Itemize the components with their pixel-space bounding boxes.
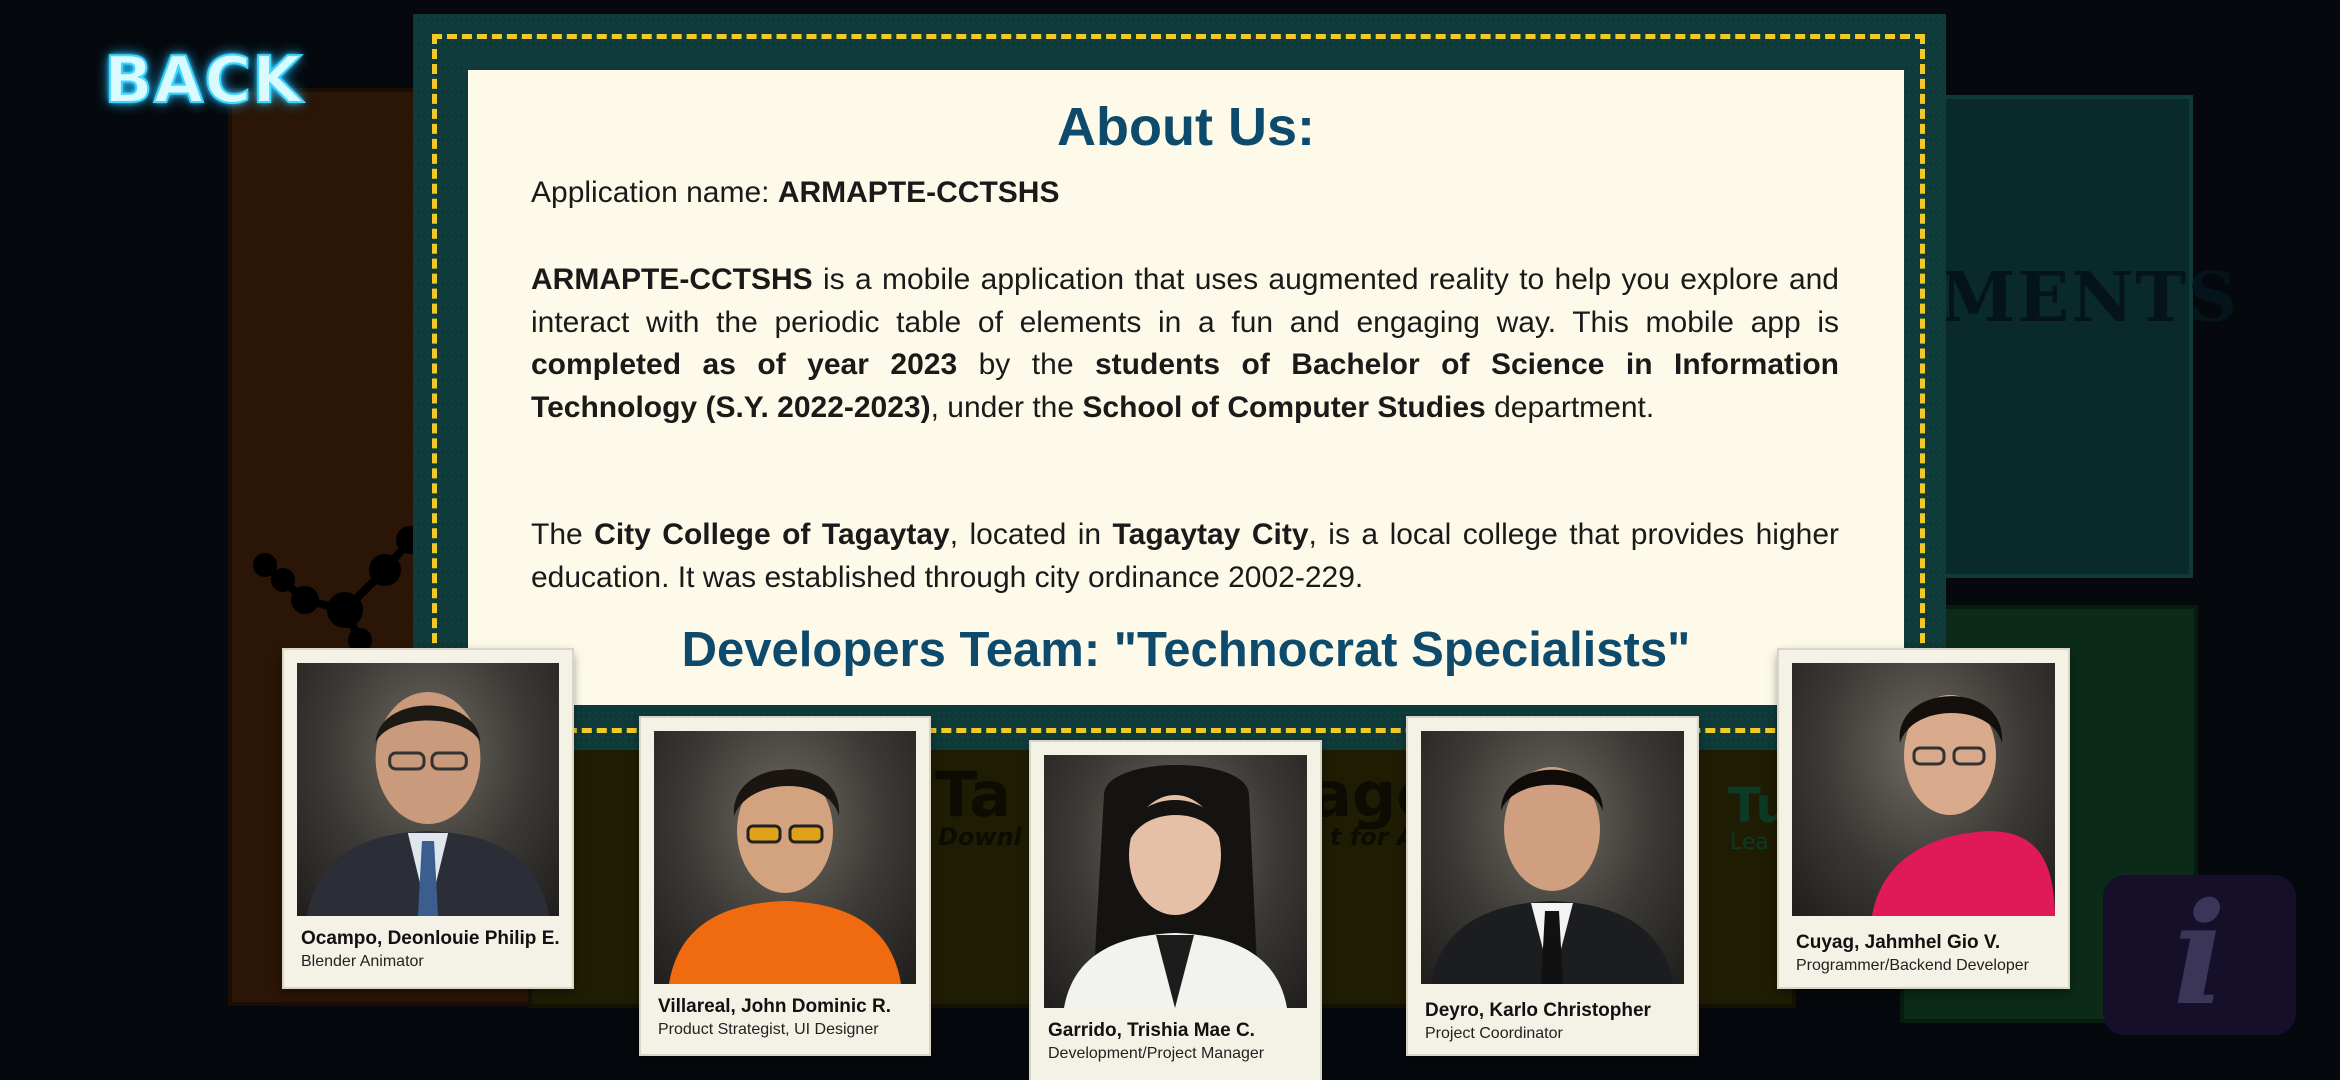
- developer-card: Villareal, John Dominic R. Product Strat…: [641, 718, 929, 1054]
- developer-name: Garrido, Trishia Mae C.: [1048, 1020, 1255, 1041]
- bg-elements-text: MENTS: [1940, 258, 2239, 338]
- app-name-line: Application name: ARMAPTE-CCTSHS: [531, 172, 1839, 215]
- app-name: ARMAPTE-CCTSHS: [777, 176, 1060, 209]
- person-avatar-icon: [669, 769, 901, 984]
- developer-photo: [654, 731, 916, 984]
- developer-card: Cuyag, Jahmhel Gio V. Programmer/Backend…: [1779, 650, 2068, 987]
- info-button[interactable]: i: [2103, 873, 2296, 1037]
- person-avatar-icon: [307, 692, 549, 916]
- developer-photo: [1044, 755, 1307, 1008]
- desc-app-name: ARMAPTE-CCTSHS: [531, 263, 813, 296]
- developer-card: Deyro, Karlo Christopher Project Coordin…: [1408, 718, 1697, 1054]
- molecule-icon: [253, 526, 424, 650]
- developer-role: Blender Animator: [301, 953, 424, 970]
- developer-photo: [1792, 663, 2055, 916]
- bg-game-title-a: Ta: [935, 758, 1012, 831]
- desc-text-2: by the: [957, 348, 1095, 381]
- developer-name: Villareal, John Dominic R.: [658, 996, 891, 1017]
- desc-bold-3: School of Computer Studies: [1082, 390, 1486, 424]
- developer-role: Development/Project Manager: [1048, 1045, 1265, 1062]
- person-avatar-icon: [1431, 767, 1673, 984]
- desc-text-4: department.: [1485, 390, 1655, 424]
- developer-role: Project Coordinator: [1425, 1025, 1563, 1042]
- college-description: The City College of Tagaytay, located in…: [531, 514, 1839, 599]
- developer-photo: [1421, 731, 1684, 984]
- developer-photo: [297, 663, 559, 916]
- info-icon: i: [2172, 873, 2227, 1037]
- back-button[interactable]: BACK: [103, 43, 303, 120]
- person-avatar-icon: [1872, 695, 2055, 916]
- developer-card: Ocampo, Deonlouie Philip E. Blender Anim…: [284, 650, 572, 987]
- developer-card: Garrido, Trishia Mae C. Development/Proj…: [1031, 742, 1320, 1080]
- developers-team-title: Developers Team: "Technocrat Specialists…: [681, 623, 1691, 677]
- developer-role: Programmer/Backend Developer: [1796, 957, 2029, 974]
- bg-tutorial-sub: Lea: [1730, 830, 1769, 855]
- about-title: About Us:: [1057, 97, 1315, 157]
- developer-role: Product Strategist, UI Designer: [658, 1021, 879, 1038]
- developer-name: Ocampo, Deonlouie Philip E.: [301, 928, 560, 949]
- developer-name: Cuyag, Jahmhel Gio V.: [1796, 932, 2001, 953]
- app-description: ARMAPTE-CCTSHS is a mobile application t…: [531, 259, 1839, 429]
- city-text-2: , located in: [949, 518, 1113, 551]
- desc-bold-1: completed as of year 2023: [531, 348, 958, 381]
- city-bold-2: Tagaytay City: [1112, 518, 1309, 551]
- city-bold-1: City College of Tagaytay: [594, 518, 950, 551]
- app-name-prefix: Application name:: [531, 176, 778, 209]
- bg-game-sub-a: Downl: [938, 823, 1022, 851]
- person-avatar-icon: [1064, 765, 1287, 1008]
- developer-name: Deyro, Karlo Christopher: [1425, 1000, 1651, 1021]
- desc-text-3: , under the: [930, 390, 1083, 424]
- city-text-1: The: [531, 518, 595, 551]
